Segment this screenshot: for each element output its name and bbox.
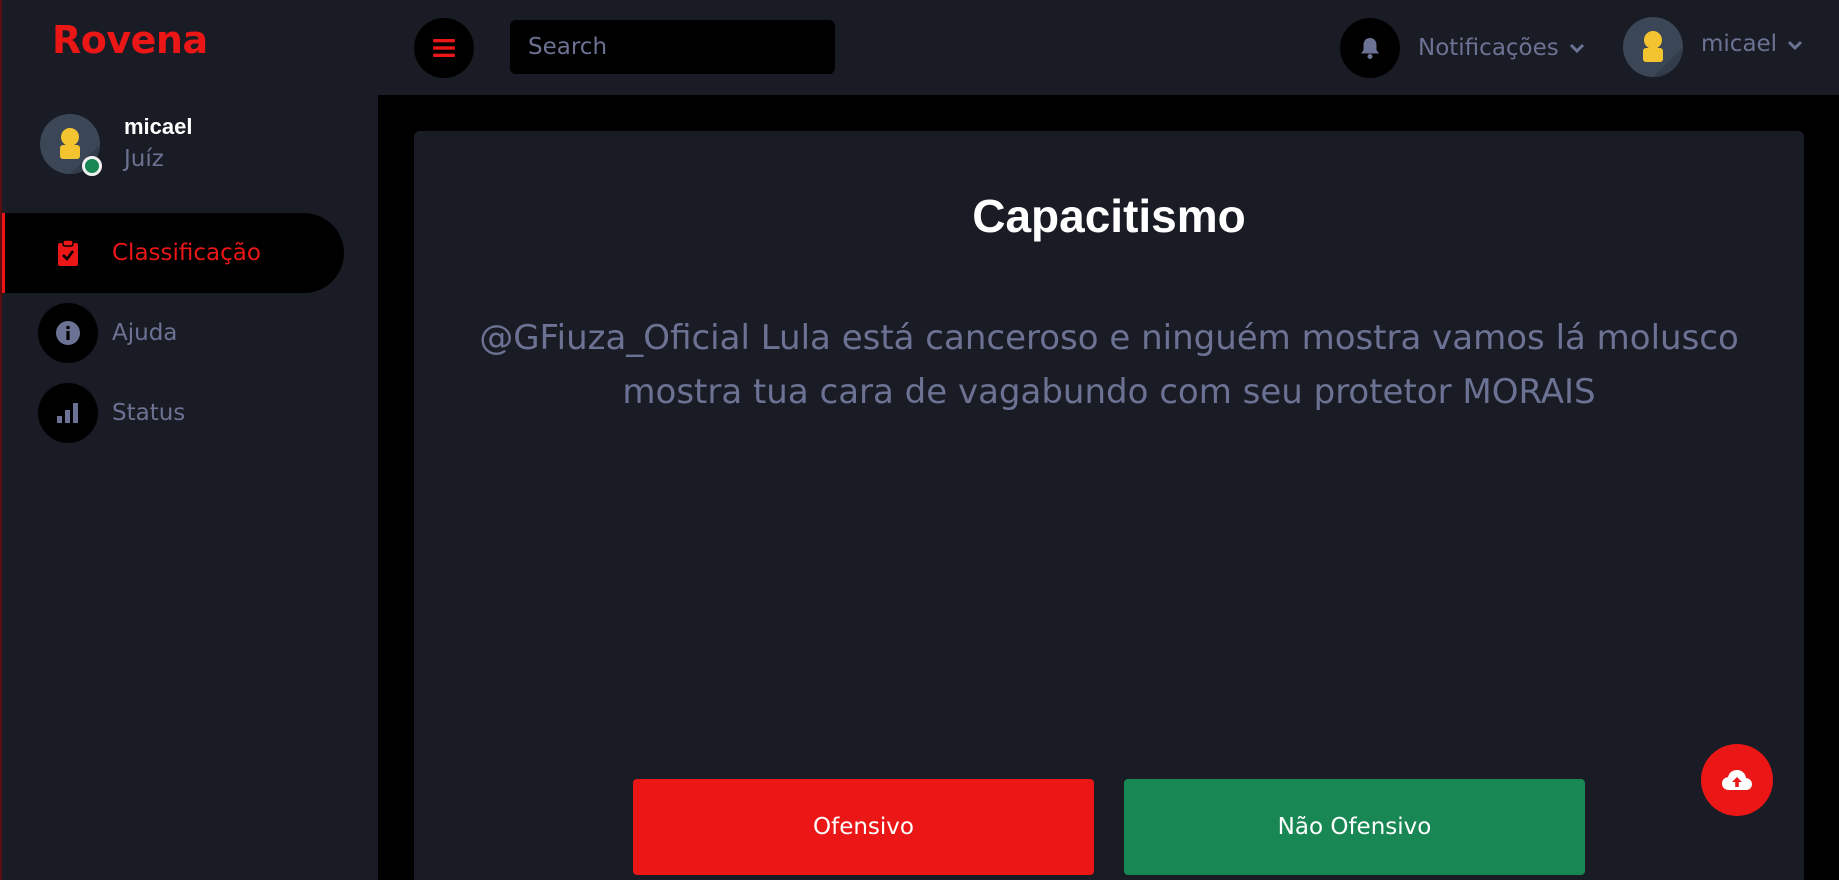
online-status-dot — [82, 156, 102, 176]
user-name-label: micael — [1701, 31, 1778, 57]
notifications-button[interactable] — [1340, 18, 1400, 78]
info-icon — [38, 303, 98, 363]
sidebar: Rovena micael Juíz Classificação Ajuda S… — [0, 0, 378, 880]
profile-role: Juíz — [124, 146, 164, 172]
chevron-down-icon — [1569, 43, 1584, 53]
search-input[interactable] — [510, 20, 835, 74]
sidebar-profile: micael Juíz — [40, 114, 360, 180]
bell-icon — [1361, 38, 1379, 59]
user-menu-dropdown[interactable]: micael — [1623, 16, 1803, 78]
hamburger-icon — [433, 39, 455, 57]
sidebar-item-ajuda[interactable]: Ajuda — [2, 293, 380, 373]
profile-name: micael — [124, 114, 193, 139]
sidebar-nav: Classificação Ajuda Status — [2, 213, 380, 453]
chevron-down-icon — [1788, 40, 1803, 50]
classification-card: Capacitismo @GFiuza_Oficial Lula está ca… — [414, 131, 1804, 880]
user-avatar-icon — [1643, 31, 1683, 77]
cloud-upload-icon — [1722, 770, 1752, 790]
tweet-text: @GFiuza_Oficial Lula está canceroso e ni… — [479, 318, 1739, 412]
category-title: Capacitismo — [972, 190, 1246, 242]
sidebar-item-status[interactable]: Status — [2, 373, 380, 453]
bar-chart-icon — [38, 383, 98, 443]
non-offensive-button[interactable]: Não Ofensivo — [1124, 779, 1585, 875]
sidebar-item-label: Ajuda — [112, 320, 178, 346]
topbar: Notificações micael — [378, 0, 1839, 95]
brand-logo[interactable]: Rovena — [52, 18, 208, 62]
sidebar-item-classificacao[interactable]: Classificação — [2, 213, 344, 293]
avatar — [1623, 17, 1683, 77]
notifications-dropdown[interactable]: Notificações — [1340, 18, 1585, 78]
sidebar-item-label: Status — [112, 400, 186, 426]
sidebar-item-label: Classificação — [112, 240, 261, 266]
offensive-button[interactable]: Ofensivo — [633, 779, 1094, 875]
clipboard-check-icon — [38, 223, 98, 283]
menu-toggle-button[interactable] — [414, 18, 474, 78]
notifications-label: Notificações — [1418, 35, 1559, 61]
upload-button[interactable] — [1701, 744, 1773, 816]
